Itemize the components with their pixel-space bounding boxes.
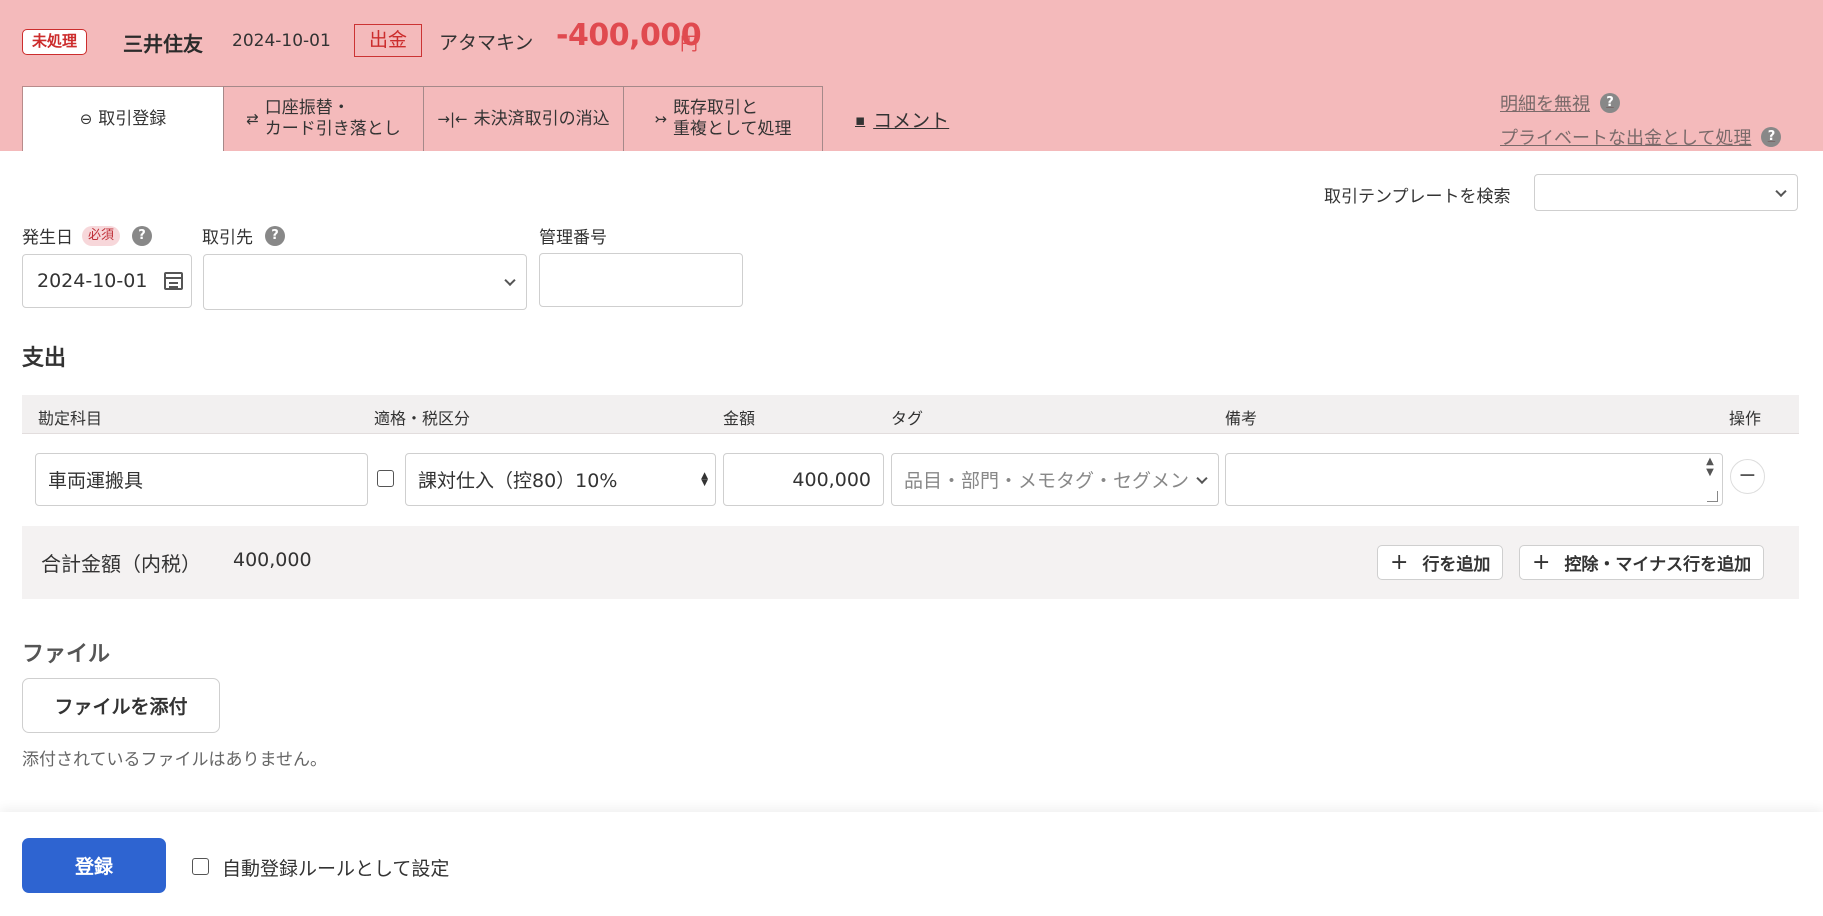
template-search-select[interactable]: [1534, 174, 1798, 211]
help-icon[interactable]: ?: [1761, 127, 1782, 147]
plus-icon: +: [1390, 550, 1409, 575]
date-value: 2024-10-01: [37, 270, 148, 292]
help-icon[interactable]: ?: [132, 225, 153, 246]
tab-label: 口座振替・ カード引き落とし: [265, 98, 401, 140]
bank-name: 三井住友: [123, 32, 203, 56]
currency-unit: 円: [680, 34, 698, 55]
column-header-amount: 金額: [723, 409, 756, 428]
no-files-message: 添付されているファイルはありません。: [22, 750, 327, 770]
account-value: 車両運搬具: [48, 470, 144, 492]
tab-label-line1: 口座振替・: [264, 98, 350, 118]
date-field[interactable]: 2024-10-01: [22, 254, 192, 308]
tax-category-value: 課対仕入（控80）10%: [418, 470, 618, 492]
total-label: 合計金額（内税）: [41, 552, 201, 576]
chevron-down-icon: [504, 274, 516, 287]
management-number-field[interactable]: [539, 253, 743, 307]
branch-arrow-icon: ↣: [654, 109, 668, 128]
ignore-label: 明細を無視: [1500, 94, 1590, 115]
tab-label: 取引登録: [98, 108, 167, 129]
ignore-statement-link[interactable]: 明細を無視 ?: [1500, 90, 1620, 116]
chevron-down-icon: [1196, 472, 1208, 484]
help-icon[interactable]: ?: [265, 225, 285, 246]
remove-row-button[interactable]: −: [1730, 459, 1765, 494]
auto-rule-checkbox[interactable]: [192, 858, 209, 875]
minus-circle-icon: ⊖: [79, 109, 93, 128]
partner-name: アタマキン: [439, 32, 534, 54]
file-section-title: ファイル: [22, 642, 111, 667]
spinner-icon[interactable]: ▲ ▼: [1700, 454, 1720, 488]
tab-label-line1: 既存取引と: [673, 98, 759, 118]
management-number-label: 管理番号: [539, 223, 607, 248]
expense-section-title: 支出: [22, 346, 67, 371]
column-header-account: 勘定科目: [38, 409, 103, 428]
footer-bar: 登録 自動登録ルールとして設定: [0, 812, 1823, 916]
template-search-label: 取引テンプレートを検索: [1324, 187, 1511, 207]
private-expense-link[interactable]: プライベートな出金として処理 ?: [1500, 124, 1782, 150]
column-header-memo: 備考: [1225, 409, 1258, 428]
resize-handle[interactable]: [1707, 491, 1718, 502]
add-deduction-row-label: 控除・マイナス行を追加: [1564, 555, 1752, 575]
partner-label-text: 取引先: [202, 228, 253, 248]
total-value: 400,000: [233, 549, 312, 571]
account-field[interactable]: 車両運搬具: [35, 453, 368, 506]
direction-badge: 出金: [354, 24, 423, 57]
column-header-action: 操作: [1729, 409, 1762, 428]
date-label-text: 発生日: [22, 228, 73, 248]
add-deduction-row-button[interactable]: + 控除・マイナス行を追加: [1519, 545, 1765, 580]
merge-arrows-icon: →|←: [437, 109, 468, 128]
column-header-tax: 適格・税区分: [374, 409, 471, 428]
comment-link[interactable]: ▪ コメント: [855, 106, 949, 133]
calendar-icon[interactable]: [164, 272, 183, 290]
management-number-label-text: 管理番号: [539, 228, 607, 248]
select-arrows-icon: ▲ ▼: [701, 471, 708, 488]
comment-label: コメント: [873, 110, 950, 132]
tab-label-line2: カード引き落とし: [264, 119, 401, 139]
tax-category-select[interactable]: 課対仕入（控80）10% ▲ ▼: [405, 453, 716, 506]
help-icon[interactable]: ?: [1600, 93, 1620, 113]
status-badge: 未処理: [22, 29, 88, 55]
table-header: 勘定科目 適格・税区分 金額 タグ 備考 操作: [22, 395, 1799, 434]
tab-label: 未決済取引の消込: [473, 108, 610, 129]
add-row-button[interactable]: + 行を追加: [1377, 545, 1504, 580]
add-row-label: 行を追加: [1422, 555, 1491, 575]
memo-field[interactable]: ▲ ▼: [1225, 453, 1723, 506]
tab-clear-unsettled[interactable]: →|← 未決済取引の消込: [423, 86, 624, 151]
tag-placeholder: 品目・部門・メモタグ・セグメント: [904, 470, 1194, 492]
date-label: 発生日 必須 ?: [22, 223, 153, 248]
required-badge: 必須: [82, 225, 121, 246]
transaction-header: 未処理 三井住友 2024-10-01 出金 アタマキン -400,000 円 …: [0, 0, 1823, 151]
amount-field[interactable]: 400,000: [723, 453, 884, 506]
amount-value: 400,000: [792, 468, 871, 491]
register-button[interactable]: 登録: [22, 838, 166, 893]
total-row: 合計金額（内税） 400,000 + 行を追加 + 控除・マイナス行を追加: [22, 526, 1799, 599]
qualified-checkbox[interactable]: [377, 470, 394, 487]
tab-transaction-register[interactable]: ⊖ 取引登録: [22, 86, 224, 151]
private-label: プライベートな出金として処理: [1500, 128, 1752, 149]
partner-label: 取引先 ?: [202, 223, 285, 248]
tab-label-line2: 重複として処理: [673, 119, 792, 139]
tag-select[interactable]: 品目・部門・メモタグ・セグメント: [891, 453, 1219, 506]
comment-icon: ▪: [855, 110, 866, 129]
transaction-date: 2024-10-01: [232, 31, 331, 51]
partner-select[interactable]: [203, 254, 527, 310]
swap-arrows-icon: ⇄: [246, 109, 259, 128]
plus-icon: +: [1532, 550, 1551, 575]
attach-file-button[interactable]: ファイルを添付: [22, 678, 220, 733]
chevron-down-icon: [1775, 185, 1787, 197]
auto-rule-label[interactable]: 自動登録ルールとして設定: [222, 854, 449, 881]
tab-account-transfer[interactable]: ⇄ 口座振替・ カード引き落とし: [223, 86, 424, 151]
column-header-tag: タグ: [891, 409, 924, 428]
tab-duplicate[interactable]: ↣ 既存取引と 重複として処理: [623, 86, 823, 151]
tab-label: 既存取引と 重複として処理: [673, 98, 792, 140]
